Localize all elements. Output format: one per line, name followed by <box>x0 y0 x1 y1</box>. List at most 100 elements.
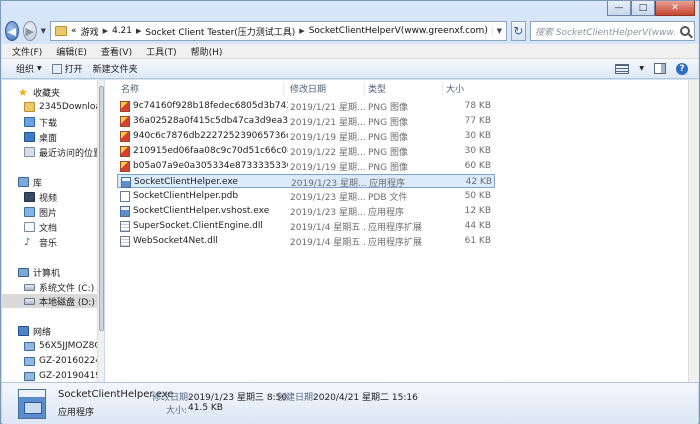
sidebar-item-desktop[interactable]: 桌面 <box>24 130 57 144</box>
file-name-cell: SocketClientHelper.exe <box>121 175 289 189</box>
column-header-date[interactable]: 修改日期 <box>290 80 364 96</box>
sidebar-item-drive-c[interactable]: 系统文件 (C:) <box>24 280 94 294</box>
sidebar-label: 库 <box>33 178 43 189</box>
sidebar-item-downloads[interactable]: 下载 <box>24 115 57 129</box>
search-box[interactable]: 搜索 SocketClientHelperV(www.gr... <box>529 21 695 41</box>
file-row[interactable]: SocketClientHelper.pdb 2019/1/23 星期... PDB… <box>117 189 495 203</box>
file-type: 应用程序扩展 <box>368 222 423 233</box>
menu-file[interactable]: 文件(F) <box>12 45 42 58</box>
organize-button[interactable]: 组织 ▼ <box>16 62 42 75</box>
sidebar-label: 最近访问的位置 <box>39 148 97 159</box>
chevron-right-icon[interactable]: ▶ <box>299 27 304 35</box>
file-list-scrollbar[interactable] <box>688 80 699 382</box>
file-name-cell: 9c74160f928b18fedec6805d3b7415b... <box>120 99 288 113</box>
breadcrumb-421[interactable]: 4.21 <box>112 26 132 36</box>
sidebar-label: 2345Downloads <box>39 102 97 112</box>
file-row[interactable]: 36a02528a0f415c5db47ca3d9ea33c7...2019/1… <box>117 114 495 128</box>
sidebar-item-host[interactable]: 56X5JJMOZ8C7 <box>24 339 97 353</box>
file-row[interactable]: SocketClientHelper.exe 2019/1/23 星期... 应用程… <box>117 174 495 189</box>
column-header-type[interactable]: 类型 <box>368 80 442 96</box>
file-row[interactable]: 940c6c7876db222725239065736c2c6...2019/1… <box>117 129 495 143</box>
file-date: 2019/1/21 星期... <box>290 117 366 128</box>
file-type: PNG 图像 <box>368 147 408 158</box>
png-file-icon <box>120 100 130 112</box>
scrollbar-thumb[interactable] <box>99 86 104 331</box>
column-divider[interactable] <box>364 82 365 95</box>
command-bar: 组织 ▼ 打开 新建文件夹 ▼ ? <box>2 59 698 79</box>
menu-help[interactable]: 帮助(H) <box>191 45 223 58</box>
document-library-icon <box>24 222 35 232</box>
view-options-dropdown[interactable]: ▼ <box>639 65 644 72</box>
file-size: 44 KB <box>464 221 491 231</box>
file-name-cell: 940c6c7876db222725239065736c2c6... <box>120 129 288 143</box>
forward-button[interactable]: ▶ <box>22 21 37 41</box>
navigation-pane-scrollbar[interactable] <box>97 80 104 382</box>
breadcrumb-socketclienthelperv[interactable]: SocketClientHelperV(www.greenxf.com) <box>309 26 488 36</box>
column-header-name[interactable]: 名称 <box>121 80 281 96</box>
file-row[interactable]: b05a07a9e0a305334e873333533617...2019/1/… <box>117 159 495 173</box>
sidebar-computer[interactable]: 计算机 <box>18 265 60 279</box>
picture-library-icon <box>24 207 35 217</box>
file-name: 940c6c7876db222725239065736c2c6... <box>133 131 288 141</box>
file-type: 应用程序 <box>368 207 405 218</box>
sidebar-item-documents[interactable]: 文档 <box>24 220 57 234</box>
file-row[interactable]: 210915ed06faa08c9c70d51c66c0893...2019/1… <box>117 144 495 158</box>
recent-pages-dropdown[interactable]: ▼ <box>41 27 46 35</box>
sidebar-label: GZ-20160224PA <box>39 356 97 366</box>
minimize-button[interactable]: — <box>607 1 631 16</box>
column-divider[interactable] <box>442 82 443 95</box>
network-computer-icon <box>24 371 35 381</box>
file-name-cell: 210915ed06faa08c9c70d51c66c0893... <box>120 144 288 158</box>
search-icon[interactable] <box>679 26 690 36</box>
close-button[interactable]: ✕ <box>655 1 695 16</box>
sidebar-item-recent[interactable]: 最近访问的位置 <box>24 145 97 159</box>
file-row[interactable]: SuperSocket.ClientEngine.dll 2019/1/4 星期五… <box>117 219 495 233</box>
menu-tools[interactable]: 工具(T) <box>146 45 177 58</box>
maximize-button[interactable]: □ <box>631 1 655 16</box>
chevron-down-icon: ▼ <box>37 65 42 72</box>
change-view-icon[interactable] <box>615 63 630 74</box>
breadcrumb-socket-client-tester[interactable]: Socket Client Tester(压力测试工具) <box>145 25 295 38</box>
sidebar-item-drive-d[interactable]: 本地磁盘 (D:) <box>2 294 97 308</box>
file-type: PNG 图像 <box>368 132 408 143</box>
menu-edit[interactable]: 编辑(E) <box>56 45 87 58</box>
sidebar-item-videos[interactable]: 视频 <box>24 190 57 204</box>
file-row[interactable]: SocketClientHelper.vshost.exe 2019/1/23 星… <box>117 204 495 218</box>
sidebar-favorites[interactable]: ★ 收藏夹 <box>18 85 60 99</box>
breadcrumb-games[interactable]: 游戏 <box>81 25 99 38</box>
menu-view[interactable]: 查看(V) <box>101 45 132 58</box>
file-name-cell: WebSocket4Net.dll <box>120 234 288 248</box>
file-size: 78 KB <box>464 101 491 111</box>
chevron-right-icon[interactable]: ▶ <box>136 27 141 35</box>
sidebar-item-host[interactable]: GZ-20190419O <box>24 369 97 382</box>
open-button[interactable]: 打开 <box>51 62 83 75</box>
refresh-button[interactable]: ↻ <box>510 21 526 41</box>
sidebar-item-host[interactable]: GZ-20160224PA <box>24 354 97 368</box>
column-header-size[interactable]: 大小 <box>446 80 491 96</box>
recent-places-icon <box>24 147 35 157</box>
sidebar-label: 计算机 <box>33 268 61 279</box>
new-folder-button[interactable]: 新建文件夹 <box>93 62 138 75</box>
sidebar-item-pictures[interactable]: 图片 <box>24 205 57 219</box>
exe-file-icon <box>121 176 131 188</box>
address-bar[interactable]: « 游戏 ▶ 4.21 ▶ Socket Client Tester(压力测试工… <box>50 21 507 41</box>
search-input[interactable]: 搜索 SocketClientHelperV(www.gr... <box>535 25 676 38</box>
file-name: 36a02528a0f415c5db47ca3d9ea33c7... <box>133 116 288 126</box>
breadcrumb-overflow[interactable]: « <box>71 26 77 36</box>
sidebar-libraries[interactable]: 库 <box>18 175 42 189</box>
file-row[interactable]: WebSocket4Net.dll 2019/1/4 星期五 ... 应用程序扩展 6… <box>117 234 495 248</box>
file-row[interactable]: 9c74160f928b18fedec6805d3b7415b...2019/1… <box>117 99 495 113</box>
file-name: 210915ed06faa08c9c70d51c66c0893... <box>133 146 288 156</box>
help-icon[interactable]: ? <box>676 62 688 75</box>
music-note-icon: ♪ <box>24 236 31 248</box>
sidebar-item-2345downloads[interactable]: 2345Downloads <box>24 100 97 114</box>
address-dropdown-button[interactable]: ▼ <box>491 27 506 35</box>
sidebar-network[interactable]: 网络 <box>18 324 51 338</box>
chevron-right-icon[interactable]: ▶ <box>103 27 108 35</box>
png-file-icon <box>120 130 130 142</box>
sidebar-item-music[interactable]: ♪ 音乐 <box>24 235 57 249</box>
back-button[interactable]: ◀ <box>5 21 19 41</box>
column-divider[interactable] <box>283 82 284 95</box>
preview-pane-icon[interactable] <box>654 63 666 74</box>
file-size: 77 KB <box>464 116 491 126</box>
